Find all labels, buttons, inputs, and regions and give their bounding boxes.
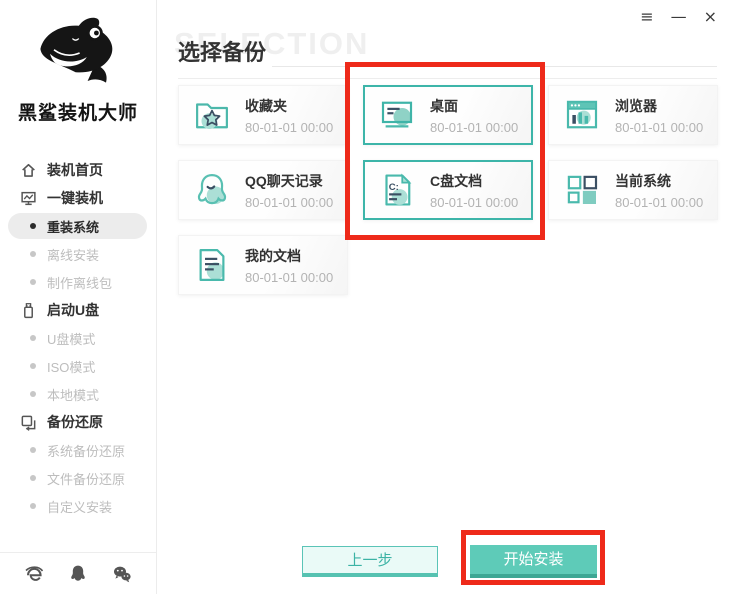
sidebar-item[interactable]: 一键装机	[0, 184, 155, 212]
favorites-folder-icon	[191, 94, 233, 136]
backup-card[interactable]: C: C盘文档 80-01-01 00:00	[363, 160, 533, 220]
sidebar-item-label: 一键装机	[47, 190, 103, 206]
sidebar-item[interactable]: 启动U盘	[0, 296, 155, 324]
card-timestamp: 80-01-01 00:00	[245, 119, 334, 135]
usb-drive-icon	[20, 302, 37, 319]
card-label: C盘文档	[430, 172, 483, 189]
sidebar-item-label: 离线安装	[47, 247, 100, 263]
hamburger-menu-icon[interactable]: ≡	[640, 8, 653, 26]
card-text: 我的文档 80-01-01 00:00	[245, 246, 333, 285]
sidebar-item-label: 系统备份还原	[47, 443, 126, 459]
card-label: 当前系统	[615, 172, 671, 189]
backup-restore-icon	[20, 414, 37, 431]
home-icon	[20, 162, 37, 179]
card-timestamp: 80-01-01 00:00	[430, 119, 519, 135]
sidebar-item-label: 重装系统	[47, 219, 100, 235]
card-text: C盘文档 80-01-01 00:00	[430, 171, 518, 210]
card-timestamp: 80-01-01 00:00	[615, 194, 704, 210]
sidebar-item[interactable]: 制作离线包	[0, 268, 155, 296]
bullet-icon	[30, 251, 36, 257]
sidebar-item[interactable]: U盘模式	[0, 324, 155, 352]
card-timestamp: 80-01-01 00:00	[615, 119, 704, 135]
c-drive-doc-icon: C:	[376, 169, 418, 211]
backup-card[interactable]: 我的文档 80-01-01 00:00	[178, 235, 348, 295]
prev-step-button[interactable]: 上一步	[302, 546, 438, 577]
card-label: 我的文档	[245, 247, 301, 264]
shark-logo-icon	[40, 17, 113, 83]
card-text: 桌面 80-01-01 00:00	[430, 96, 518, 135]
sidebar-item[interactable]: 备份还原	[0, 408, 155, 436]
content-divider	[178, 78, 717, 79]
card-label: QQ聊天记录	[245, 172, 323, 189]
bullet-icon	[30, 363, 36, 369]
bullet-icon	[30, 335, 36, 341]
my-documents-icon	[191, 244, 233, 286]
card-label: 浏览器	[615, 97, 657, 114]
sidebar-item-label: 备份还原	[47, 414, 103, 430]
page-title: 选择备份	[178, 40, 267, 65]
card-timestamp: 80-01-01 00:00	[430, 194, 519, 210]
sidebar-item[interactable]: 本地模式	[0, 380, 155, 408]
backup-card[interactable]: QQ聊天记录 80-01-01 00:00	[178, 160, 348, 220]
start-install-button[interactable]: 开始安装	[470, 545, 597, 578]
browser-icon	[561, 94, 603, 136]
current-system-icon	[561, 169, 603, 211]
ie-browser-icon[interactable]	[24, 564, 44, 584]
minimize-icon[interactable]: —	[671, 8, 687, 26]
sidebar-item-label: 自定义安装	[47, 499, 113, 515]
bullet-icon	[30, 391, 36, 397]
sidebar-menu: 装机首页一键装机重装系统离线安装制作离线包启动U盘 U盘模式 ISO模式本地模式备份…	[0, 156, 155, 520]
sidebar-item[interactable]: ISO模式	[0, 352, 155, 380]
wechat-icon[interactable]	[112, 564, 132, 584]
card-text: QQ聊天记录 80-01-01 00:00	[245, 171, 333, 210]
desktop-icon	[376, 94, 418, 136]
card-text: 当前系统 80-01-01 00:00	[615, 171, 703, 210]
app-logo: 黑鲨装机大师	[0, 0, 156, 125]
title-divider	[272, 66, 717, 67]
sidebar-item[interactable]: 重装系统	[8, 213, 147, 239]
bullet-icon	[30, 279, 36, 285]
sidebar-item[interactable]: 自定义安装	[0, 492, 155, 520]
qq-penguin-icon[interactable]	[68, 564, 88, 584]
qq-chat-icon	[191, 169, 233, 211]
sidebar-item-label: 制作离线包	[47, 275, 113, 291]
backup-card[interactable]: 收藏夹 80-01-01 00:00	[178, 85, 348, 145]
sidebar-item[interactable]: 系统备份还原	[0, 436, 155, 464]
card-text: 收藏夹 80-01-01 00:00	[245, 96, 333, 135]
backup-card[interactable]: 浏览器 80-01-01 00:00	[548, 85, 718, 145]
sidebar-item[interactable]: 离线安装	[0, 240, 155, 268]
backup-card[interactable]: 当前系统 80-01-01 00:00	[548, 160, 718, 220]
close-icon[interactable]: ×	[704, 8, 717, 26]
sidebar-item-label: 装机首页	[47, 162, 103, 178]
card-label: 收藏夹	[245, 97, 287, 114]
backup-card[interactable]: 桌面 80-01-01 00:00	[363, 85, 533, 145]
monitor-chart-icon	[20, 190, 37, 207]
sidebar-item-label: 启动U盘	[47, 302, 100, 318]
window-controls: ≡ — ×	[640, 8, 717, 26]
bullet-icon	[30, 503, 36, 509]
backup-grid: 收藏夹 80-01-01 00:00 桌面 80-01-01 00:00 浏览器 80-0…	[178, 85, 718, 295]
sidebar: 黑鲨装机大师 装机首页一键装机重装系统离线安装制作离线包启动U盘 U盘模式 ISO模…	[0, 0, 157, 594]
sidebar-item[interactable]: 文件备份还原	[0, 464, 155, 492]
sidebar-item[interactable]: 装机首页	[0, 156, 155, 184]
sidebar-item-label: ISO模式	[47, 359, 96, 375]
bullet-icon	[30, 223, 36, 229]
card-timestamp: 80-01-01 00:00	[245, 269, 334, 285]
bullet-icon	[30, 447, 36, 453]
sidebar-item-label: U盘模式	[47, 331, 96, 347]
card-timestamp: 80-01-01 00:00	[245, 194, 334, 210]
bullet-icon	[30, 475, 36, 481]
app-name: 黑鲨装机大师	[17, 103, 138, 124]
card-label: 桌面	[430, 97, 458, 114]
sidebar-item-label: 本地模式	[47, 387, 100, 403]
sidebar-dock	[0, 552, 156, 594]
svg-text:C:: C:	[389, 182, 399, 193]
sidebar-item-label: 文件备份还原	[47, 471, 126, 487]
card-text: 浏览器 80-01-01 00:00	[615, 96, 703, 135]
